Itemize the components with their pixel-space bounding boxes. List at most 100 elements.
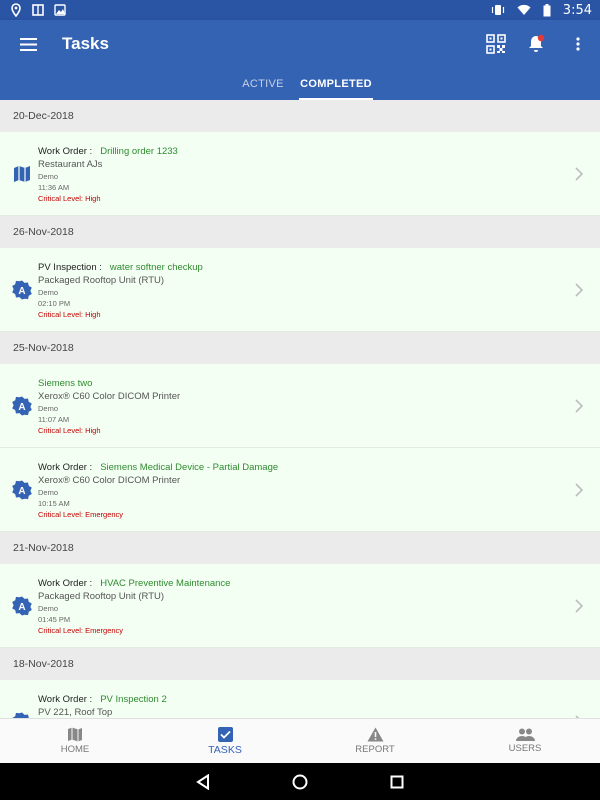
- tab-completed[interactable]: COMPLETED: [299, 68, 373, 100]
- svg-text:A: A: [18, 602, 25, 613]
- inspection-badge-icon: A: [12, 480, 32, 500]
- map-icon: [68, 727, 82, 742]
- system-nav-bar: [0, 763, 600, 800]
- chevron-right-icon: [575, 167, 584, 181]
- task-row[interactable]: Work Order : Drilling order 1233 Restauran…: [0, 132, 600, 216]
- task-critical-level: Critical Level: Emergency: [38, 626, 124, 635]
- task-time: 11:36 AM: [38, 183, 70, 192]
- image-icon: [54, 4, 66, 16]
- svg-text:A: A: [18, 486, 25, 497]
- task-asset: PV 221, Roof Top: [38, 707, 113, 718]
- task-body: Work Order : HVAC Preventive Maintenance P…: [38, 578, 560, 637]
- task-site: Demo: [38, 404, 59, 413]
- battery-icon: [543, 3, 551, 16]
- task-time: 02:10 PM: [38, 299, 71, 308]
- task-asset: Restaurant AJs: [38, 159, 103, 170]
- chevron-right-icon: [575, 483, 584, 497]
- task-time: 10:15 AM: [38, 499, 70, 508]
- chevron-right-icon: [575, 399, 584, 413]
- status-bar: 3:54: [0, 0, 600, 20]
- inspection-badge-icon: A: [12, 280, 32, 300]
- tab-bar: ACTIVE COMPLETED: [0, 68, 600, 100]
- task-name: water softner checkup: [109, 262, 203, 273]
- task-name: Drilling order 1233: [100, 146, 178, 157]
- task-body: Work Order : Drilling order 1233 Restauran…: [38, 146, 560, 205]
- task-asset: Packaged Rooftop Unit (RTU): [38, 275, 165, 286]
- nav-tasks-label: TASKS: [208, 743, 242, 756]
- inspection-badge-icon: A: [12, 596, 32, 616]
- task-type-label: Work Order :: [38, 578, 93, 589]
- task-title-line: Siemens two: [38, 378, 560, 391]
- app-bar: Tasks ACTIVE COMPLETED: [0, 20, 600, 100]
- task-type-label: Work Order :: [38, 462, 93, 473]
- vibrate-icon: [491, 5, 504, 15]
- inspection-badge-icon: A: [12, 396, 32, 416]
- task-time: 01:45 PM: [38, 615, 71, 624]
- bottom-nav: HOME TASKS REPORT USERS: [0, 718, 600, 763]
- svg-text:A: A: [18, 402, 25, 413]
- checkbox-icon: [217, 726, 233, 742]
- map-icon: [12, 164, 32, 184]
- nav-users[interactable]: USERS: [450, 719, 600, 763]
- back-icon[interactable]: [196, 773, 210, 790]
- task-critical-level: Critical Level: Emergency: [38, 510, 124, 519]
- task-title-line: Work Order : Drilling order 1233: [38, 146, 560, 159]
- task-row[interactable]: A Work Order : Siemens Medical Device - Pa…: [0, 448, 600, 532]
- chevron-right-icon: [575, 283, 584, 297]
- task-row[interactable]: AWork Order :PV Inspection 2PV 221, Roof…: [0, 680, 600, 718]
- task-body: PV Inspection : water softner checkup Pack…: [38, 262, 560, 321]
- task-asset: Packaged Rooftop Unit (RTU): [38, 591, 165, 602]
- task-title-line: Work Order : Siemens Medical Device - Par…: [38, 462, 560, 475]
- chevron-right-icon: [575, 599, 584, 613]
- more-vert-icon: [576, 37, 580, 51]
- wifi-icon: [517, 4, 531, 15]
- task-list[interactable]: 20-Dec-2018 Work Order : Drilling order 12…: [0, 100, 600, 718]
- task-time: 11:07 AM: [38, 415, 70, 424]
- task-asset: Xerox® C60 Color DICOM Printer: [38, 391, 181, 402]
- nav-home-label: HOME: [60, 744, 90, 755]
- nav-report[interactable]: REPORT: [300, 719, 450, 763]
- bell-icon: [529, 34, 545, 52]
- home-icon[interactable]: [292, 774, 308, 790]
- task-site: Demo: [38, 288, 59, 297]
- date-header: 20-Dec-2018: [0, 100, 600, 132]
- nav-home[interactable]: HOME: [0, 719, 150, 763]
- task-name: Siemens Medical Device - Partial Damage: [100, 462, 279, 473]
- location-icon: [11, 3, 21, 17]
- nav-tasks[interactable]: TASKS: [150, 719, 300, 763]
- task-critical-level: Critical Level: High: [38, 194, 101, 203]
- date-header: 21-Nov-2018: [0, 532, 600, 564]
- task-site: Demo: [38, 488, 59, 497]
- task-row[interactable]: A PV Inspection : water softner checkup Pac…: [0, 248, 600, 332]
- task-critical-level: Critical Level: High: [38, 310, 101, 319]
- tab-active[interactable]: ACTIVE: [227, 68, 299, 100]
- notifications-button[interactable]: [516, 20, 556, 68]
- task-type-label: Work Order :: [38, 694, 93, 705]
- clock: 3:54: [562, 2, 592, 18]
- warning-icon: [367, 727, 383, 742]
- qr-scan-button[interactable]: [476, 20, 516, 68]
- task-title-line: Work Order : PV Inspection 2: [38, 694, 560, 707]
- task-body: Siemens two Xerox® C60 Color DICOM Printe…: [38, 378, 560, 437]
- date-header: 18-Nov-2018: [0, 648, 600, 680]
- task-body: Work Order : PV Inspection 2 PV 221, Roof …: [38, 694, 560, 718]
- book-icon: [32, 4, 44, 16]
- task-title-line: PV Inspection : water softner checkup: [38, 262, 560, 275]
- nav-users-label: USERS: [508, 743, 542, 754]
- task-title-line: Work Order : HVAC Preventive Maintenance: [38, 578, 560, 591]
- recents-icon[interactable]: [390, 775, 404, 789]
- notification-badge: [537, 34, 545, 42]
- task-name: Siemens two: [38, 378, 93, 389]
- date-header: 26-Nov-2018: [0, 216, 600, 248]
- users-icon: [515, 728, 535, 741]
- overflow-menu-button[interactable]: [556, 20, 600, 68]
- hamburger-icon: [19, 37, 37, 51]
- task-site: Demo: [38, 172, 59, 181]
- task-asset: Xerox® C60 Color DICOM Printer: [38, 475, 181, 486]
- date-header: 25-Nov-2018: [0, 332, 600, 364]
- task-body: Work Order : Siemens Medical Device - Par…: [38, 462, 560, 521]
- task-type-label: PV Inspection :: [38, 262, 102, 273]
- task-row[interactable]: A Work Order : HVAC Preventive Maintenance…: [0, 564, 600, 648]
- task-row[interactable]: A Siemens two Xerox® C60 Color DICOM Print…: [0, 364, 600, 448]
- menu-button[interactable]: [0, 20, 56, 68]
